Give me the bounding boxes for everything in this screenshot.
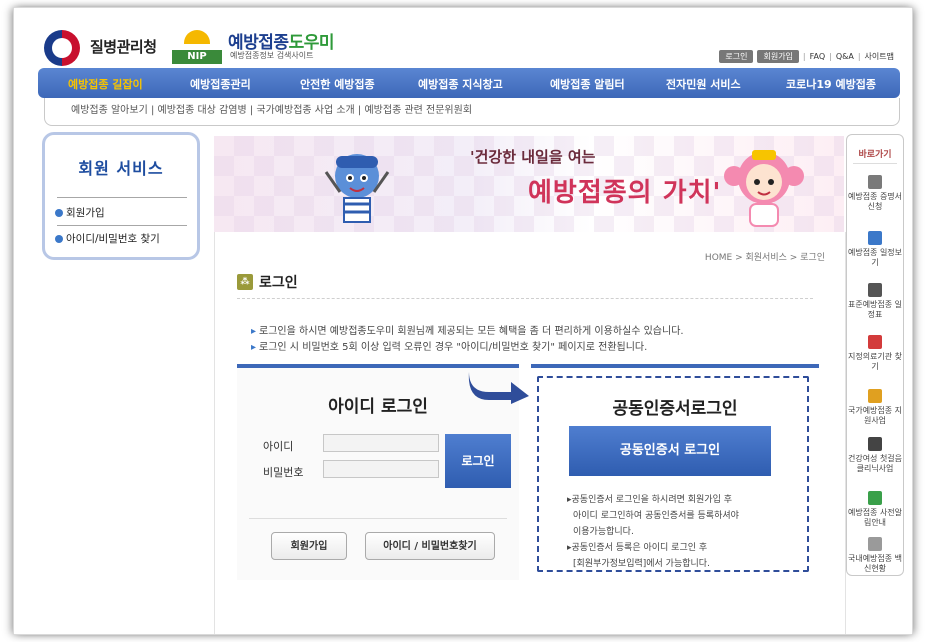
divider bbox=[57, 225, 187, 226]
arrow-right-icon bbox=[468, 372, 529, 404]
faq-link[interactable]: FAQ bbox=[810, 52, 826, 61]
main-nav: 예방접종 길잡이 예방접종관리 안전한 예방접종 예방접종 지식창고 예방접종 … bbox=[38, 68, 900, 98]
boy-character-illustration bbox=[324, 154, 390, 223]
sub-nav[interactable]: 예방접종 알아보기 | 예방접종 대상 감염병 | 국가예방접종 사업 소개 |… bbox=[44, 98, 900, 126]
banner-line-1: '건강한 내일을 여는 bbox=[470, 148, 596, 166]
sidebar-title: 회원 서비스 bbox=[78, 159, 164, 178]
cert-login-title: 공동인증서로그인 bbox=[612, 399, 738, 419]
kdca-logo[interactable] bbox=[44, 30, 80, 66]
nav-item-e-service[interactable]: 전자민원 서비스 bbox=[666, 76, 741, 92]
cert-login-box: 공동인증서로그인 공동인증서 로그인 ▸공동인증서 로그인을 하시려면 회원가입… bbox=[531, 364, 819, 580]
quick-item-schedule[interactable]: 예방접종 일정보기 bbox=[847, 231, 903, 268]
cert-note: ▸공동인증서 로그인을 하시려면 회원가입 후 bbox=[567, 495, 733, 505]
nav-item-management[interactable]: 예방접종관리 bbox=[190, 76, 251, 92]
top-join-button[interactable]: 회원가입 bbox=[757, 50, 799, 63]
hospital-icon bbox=[868, 335, 882, 349]
qna-link[interactable]: Q&A bbox=[836, 52, 854, 61]
divider bbox=[57, 197, 187, 198]
quick-item-label: 예방접종 일정보기 bbox=[847, 248, 903, 267]
nip-logo[interactable]: NIP bbox=[172, 30, 224, 64]
sidebar: 회원 서비스 회원가입 아이디/비밀번호 찾기 bbox=[42, 132, 200, 260]
sitemap-link[interactable]: 사이트맵 bbox=[865, 51, 894, 62]
nav-item-knowledge[interactable]: 예방접종 지식창고 bbox=[418, 76, 503, 92]
divider bbox=[237, 298, 813, 299]
divider bbox=[249, 518, 507, 519]
cert-login-button[interactable]: 공동인증서 로그인 bbox=[569, 426, 771, 476]
sidebar-item-label: 아이디/비밀번호 찾기 bbox=[66, 233, 160, 245]
content-area: HOME > 회원서비스 > 로그인 ⁂ 로그인 로그인을 하시면 예방접종도우… bbox=[214, 232, 846, 634]
notice-text: 로그인을 하시면 예방접종도우미 회원님께 제공되는 모든 혜택을 좀 더 편리… bbox=[251, 322, 684, 337]
site-subtitle: 예방접종정보 검색사이트 bbox=[230, 51, 314, 60]
divider: | bbox=[857, 52, 861, 61]
quick-menu: 바로가기 예방접종 증명서 신청 예방접종 일정보기 표준예방접종 일정표 지정… bbox=[846, 134, 904, 576]
sidebar-item-label: 회원가입 bbox=[66, 207, 105, 219]
quick-item-vaccine-status[interactable]: 국내예방접종 백신현황 bbox=[847, 537, 903, 574]
nav-item-notice[interactable]: 예방접종 알림터 bbox=[550, 76, 625, 92]
id-input[interactable] bbox=[323, 434, 439, 452]
password-input[interactable] bbox=[323, 460, 439, 478]
bullet-icon bbox=[55, 234, 63, 243]
id-label: 아이디 bbox=[263, 440, 294, 453]
cert-note: [회원부가정보입력]에서 가능합니다. bbox=[573, 559, 710, 569]
medical-kit-icon bbox=[868, 437, 882, 451]
quick-item-label: 국가예방접종 지원사업 bbox=[847, 406, 903, 425]
divider bbox=[853, 163, 897, 164]
quick-item-label: 건강여성 첫걸음 클리닉사업 bbox=[847, 454, 903, 473]
quick-item-label: 예방접종 증명서 신청 bbox=[847, 192, 903, 211]
quick-item-women-clinic[interactable]: 건강여성 첫걸음 클리닉사업 bbox=[847, 437, 903, 474]
sun-icon bbox=[184, 30, 210, 44]
nav-item-covid19[interactable]: 코로나19 예방접종 bbox=[786, 76, 876, 92]
document-icon bbox=[868, 389, 882, 403]
calendar-icon bbox=[868, 231, 882, 245]
sidebar-item-join[interactable]: 회원가입 bbox=[55, 205, 105, 220]
girl-character-illustration bbox=[724, 150, 804, 227]
printer-icon bbox=[868, 175, 882, 189]
pen-icon bbox=[868, 283, 882, 297]
join-button[interactable]: 회원가입 bbox=[271, 532, 347, 560]
banner: '건강한 내일을 여는 예방접종의 가치' bbox=[214, 136, 844, 232]
quick-item-standard-table[interactable]: 표준예방접종 일정표 bbox=[847, 283, 903, 320]
top-links: 로그인 회원가입 | FAQ | Q&A | 사이트맵 bbox=[719, 50, 894, 63]
quick-item-label: 국내예방접종 백신현황 bbox=[847, 554, 903, 573]
quick-item-national-support[interactable]: 국가예방접종 지원사업 bbox=[847, 389, 903, 426]
speaker-icon bbox=[868, 491, 882, 505]
org-name[interactable]: 질병관리청 bbox=[90, 36, 157, 57]
sidebar-item-find-account[interactable]: 아이디/비밀번호 찾기 bbox=[55, 231, 160, 246]
page-frame: 질병관리청 NIP 예방접종도우미 예방접종정보 검색사이트 로그인 회원가입 … bbox=[14, 8, 912, 634]
cert-note: 이용가능합니다. bbox=[573, 527, 634, 537]
vaccine-icon bbox=[868, 537, 882, 551]
page-title: ⁂ 로그인 bbox=[237, 272, 298, 292]
notice-text: 로그인 시 비밀번호 5회 이상 입력 오류인 경우 "아이디/비밀번호 찾기"… bbox=[251, 338, 647, 353]
quick-item-certificate[interactable]: 예방접종 증명서 신청 bbox=[847, 175, 903, 212]
cert-note: ▸공동인증서 등록은 아이디 로그인 후 bbox=[567, 543, 708, 553]
quick-item-hospital[interactable]: 지정의료기관 찾기 bbox=[847, 335, 903, 372]
find-account-button[interactable]: 아이디 / 비밀번호찾기 bbox=[365, 532, 495, 560]
nav-item-safe[interactable]: 안전한 예방접종 bbox=[300, 76, 375, 92]
quick-item-label: 표준예방접종 일정표 bbox=[847, 300, 903, 319]
bullet-icon bbox=[55, 208, 63, 217]
header: 질병관리청 NIP 예방접종도우미 예방접종정보 검색사이트 로그인 회원가입 … bbox=[14, 8, 912, 68]
nip-label: NIP bbox=[172, 50, 222, 64]
quick-item-pre-alert[interactable]: 예방접종 사전알림안내 bbox=[847, 491, 903, 528]
nav-item-guide[interactable]: 예방접종 길잡이 bbox=[68, 76, 143, 92]
divider: | bbox=[802, 52, 806, 61]
cert-note: 아이디 로그인하여 공동인증서를 등록하셔야 bbox=[573, 511, 739, 521]
title-icon: ⁂ bbox=[237, 274, 253, 290]
page-title-text: 로그인 bbox=[259, 275, 298, 291]
password-label: 비밀번호 bbox=[263, 466, 304, 479]
top-login-button[interactable]: 로그인 bbox=[719, 50, 754, 63]
quick-item-label: 예방접종 사전알림안내 bbox=[847, 508, 903, 527]
banner-line-2: 예방접종의 가치' bbox=[528, 178, 722, 208]
login-button[interactable]: 로그인 bbox=[445, 434, 511, 488]
quick-menu-title: 바로가기 bbox=[858, 150, 892, 160]
quick-item-label: 지정의료기관 찾기 bbox=[847, 352, 903, 371]
breadcrumb: HOME > 회원서비스 > 로그인 bbox=[704, 253, 825, 263]
divider: | bbox=[829, 52, 832, 61]
